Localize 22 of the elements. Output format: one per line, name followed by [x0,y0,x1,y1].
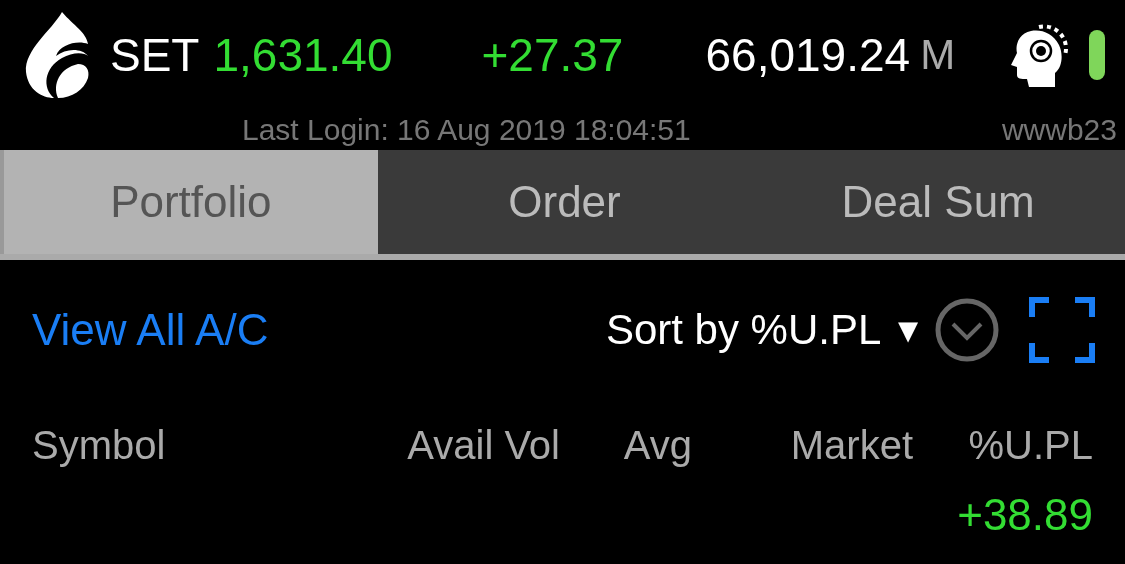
battery-indicator [1089,30,1105,80]
chevron-down-icon[interactable] [935,298,999,362]
username: wwwb23 [1001,113,1117,147]
index-change: +27.37 [481,28,625,82]
exchange-name: SET [110,28,200,82]
last-login-text: Last Login: 16 Aug 2019 18:04:51 [242,113,691,147]
value-unit: M [920,31,956,79]
table-cell-text: +38.89 [956,490,1093,540]
fullscreen-icon[interactable] [1029,297,1095,363]
column-header[interactable]: Avg [560,400,692,490]
column-header[interactable]: Avail Vol [360,400,560,490]
column-header[interactable]: Symbol [32,400,360,490]
caret-icon[interactable]: ▼ [891,310,925,350]
trade-value: 66,019.24 [705,28,911,82]
tab[interactable]: Portfolio [0,150,378,254]
tab[interactable]: Order [377,150,752,254]
sort-label[interactable]: Sort by %U.PL [605,306,882,354]
column-header[interactable]: Market [692,400,913,490]
index-value: 1,631.40 [213,28,394,82]
view-all-accounts-link[interactable]: View All A/C [32,305,269,355]
tab[interactable]: Deal Sum [751,150,1125,254]
column-header[interactable]: %U.PL [913,400,1093,490]
